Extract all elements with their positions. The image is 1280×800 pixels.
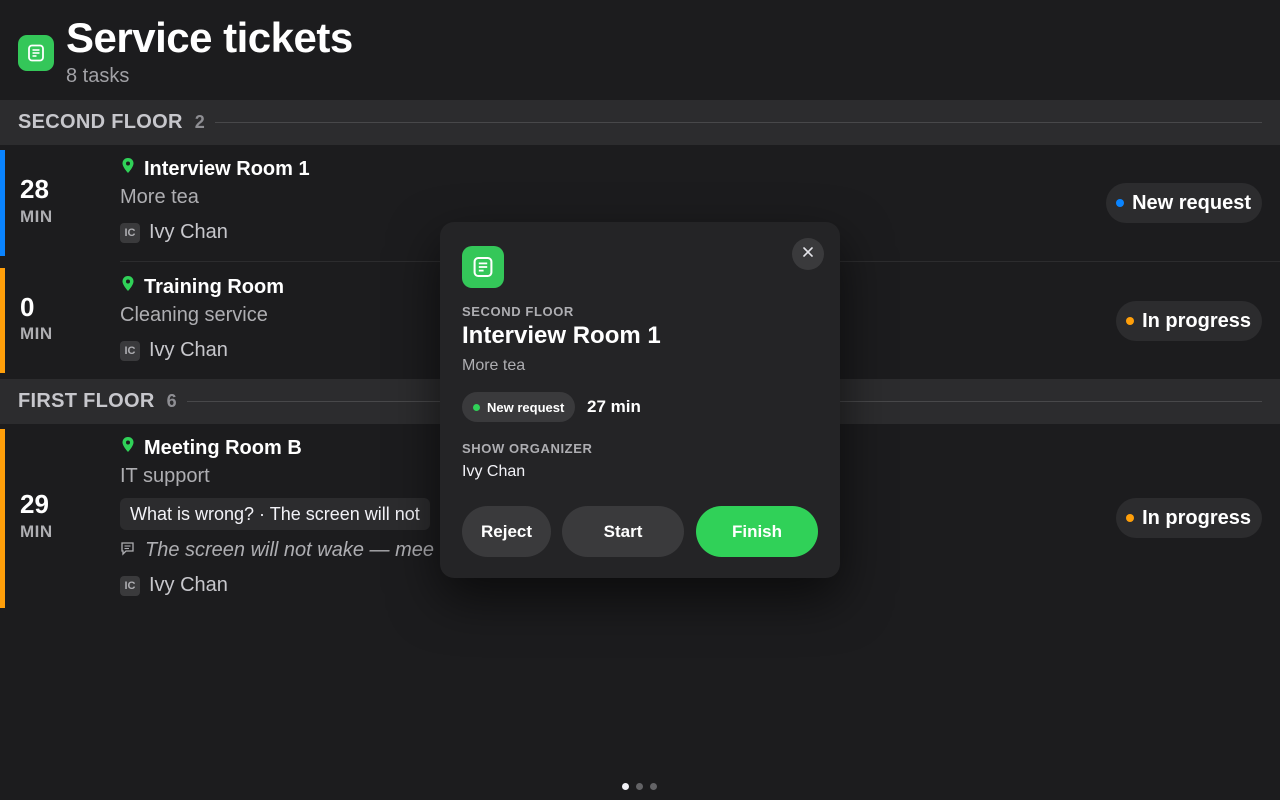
organizer-label: SHOW ORGANIZER [462, 441, 593, 456]
close-icon [802, 245, 814, 263]
elapsed-unit: MIN [20, 324, 53, 343]
status-dot [1126, 317, 1135, 325]
requester: IC Ivy Chan [120, 221, 228, 244]
section-title: SECOND FLOOR [18, 111, 183, 133]
popup-service: More tea [462, 357, 526, 374]
status-label: In progress [1142, 506, 1251, 529]
avatar: IC [120, 222, 140, 243]
note-icon [18, 35, 54, 71]
status-label: In progress [1142, 309, 1251, 332]
requester: IC Ivy Chan [120, 574, 228, 597]
section-divider [214, 122, 1262, 123]
comment-text: The screen will not wake — mee [145, 539, 435, 561]
elapsed-minutes: 0 [20, 292, 35, 322]
popup-floor: SECOND FLOOR [462, 304, 574, 319]
popup-elapsed: 27 min [587, 397, 641, 416]
service-type: Cleaning service [120, 304, 268, 326]
location-pin-icon [120, 275, 136, 299]
elapsed-unit: MIN [20, 207, 53, 226]
room-name: Training Room [120, 275, 284, 299]
note-icon [462, 246, 504, 288]
requester: IC Ivy Chan [120, 339, 228, 362]
status-dot [1116, 199, 1125, 207]
section-title: FIRST FLOOR [18, 390, 155, 412]
section-count: 2 [194, 112, 205, 132]
service-type: More tea [120, 186, 199, 208]
organizer-name: Ivy Chan [462, 463, 526, 480]
elapsed-minutes: 28 [20, 174, 49, 204]
question-answer: What is wrong? · The screen will not [120, 498, 430, 530]
requester-name: Ivy Chan [149, 221, 228, 243]
status-dot [1126, 514, 1135, 522]
room-name: Interview Room 1 [120, 157, 310, 181]
status-badge: In progress [1116, 498, 1262, 538]
avatar: IC [120, 575, 140, 596]
header: Service tickets 8 tasks [0, 0, 1280, 100]
location-pin-icon [120, 436, 136, 460]
popup-status-badge: New request [462, 392, 576, 422]
section-count: 6 [166, 391, 177, 411]
priority-bar [0, 268, 5, 373]
comment-note: The screen will not wake — mee [120, 539, 434, 562]
popup-room: Interview Room 1 [462, 322, 661, 349]
close-button[interactable] [792, 238, 824, 270]
page-dot-3[interactable] [650, 783, 657, 790]
popup-status-label: New request [487, 399, 565, 415]
priority-bar [0, 429, 5, 608]
ticket-detail-popup: SECOND FLOOR Interview Room 1 More tea N… [440, 222, 840, 578]
room-label: Meeting Room B [144, 436, 302, 459]
location-pin-icon [120, 157, 136, 181]
status-badge: New request [1106, 183, 1262, 223]
start-button[interactable]: Start [562, 506, 684, 557]
room-label: Interview Room 1 [144, 157, 310, 180]
finish-button[interactable]: Finish [696, 506, 818, 557]
elapsed-unit: MIN [20, 522, 53, 541]
page-dot-1[interactable] [622, 783, 629, 790]
page-title: Service tickets [66, 14, 353, 61]
section-header-second-floor: SECOND FLOOR 2 [0, 100, 1280, 145]
comment-icon [120, 539, 135, 562]
status-badge: In progress [1116, 301, 1262, 341]
requester-name: Ivy Chan [149, 574, 228, 596]
status-dot [473, 403, 480, 411]
priority-bar [0, 150, 5, 256]
elapsed-minutes: 29 [20, 489, 49, 519]
avatar: IC [120, 340, 140, 361]
requester-name: Ivy Chan [149, 339, 228, 361]
page-dot-2[interactable] [636, 783, 643, 790]
service-type: IT support [120, 465, 210, 487]
reject-button[interactable]: Reject [462, 506, 551, 557]
room-label: Training Room [144, 275, 284, 298]
room-name: Meeting Room B [120, 436, 302, 460]
task-count: 8 tasks [66, 65, 130, 87]
status-label: New request [1132, 191, 1251, 214]
page-indicator[interactable] [622, 783, 657, 790]
